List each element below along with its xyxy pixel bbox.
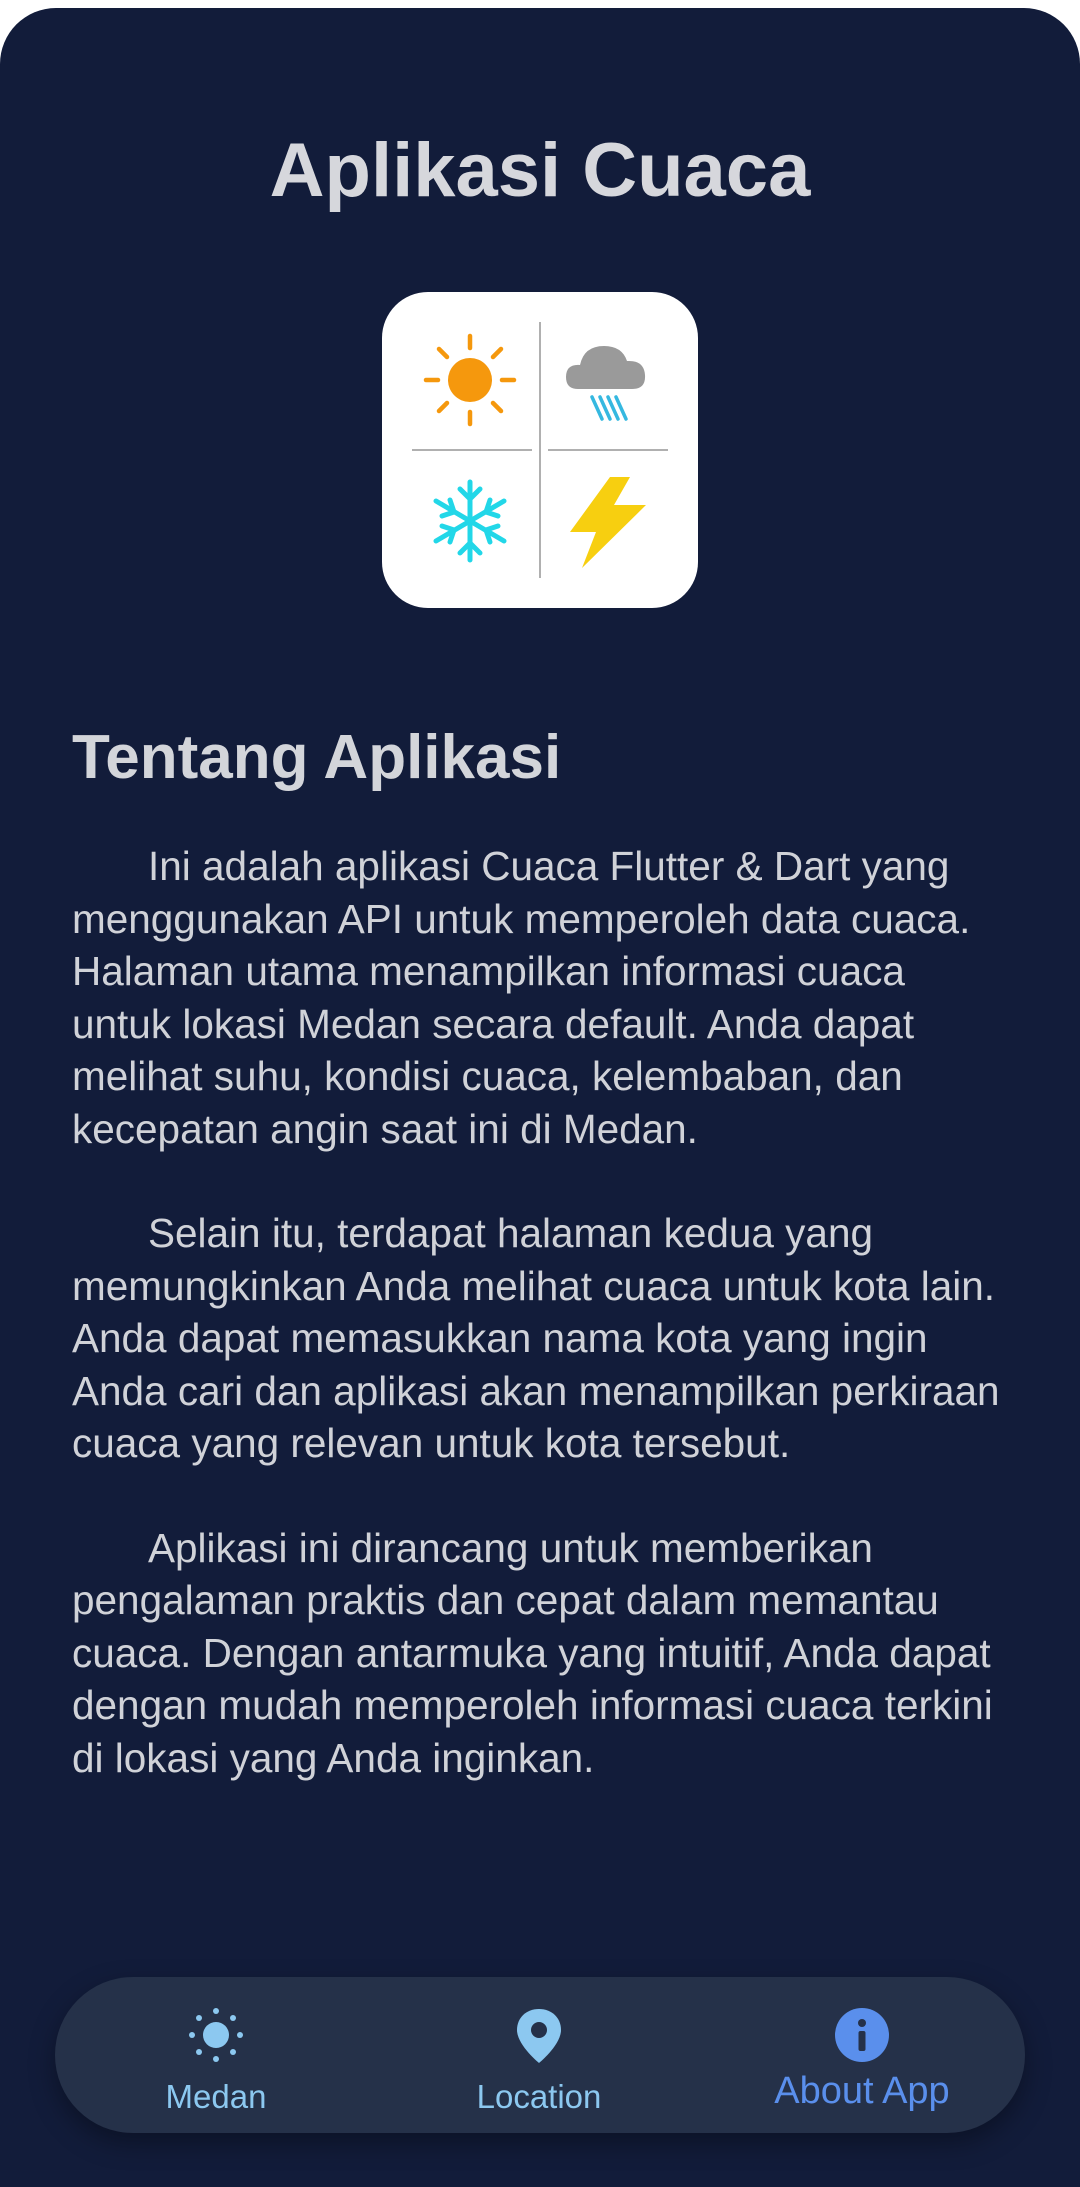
nav-item-location[interactable]: Location (419, 1977, 659, 2133)
sun-icon (189, 2008, 243, 2062)
nav-item-medan[interactable]: Medan (96, 1977, 336, 2133)
app-title: Aplikasi Cuaca (269, 128, 811, 213)
about-heading: Tentang Aplikasi (72, 723, 562, 792)
nav-label-medan: Medan (165, 2078, 267, 2115)
app-logo (382, 292, 698, 608)
nav-label-about-app: About App (774, 2070, 950, 2112)
about-paragraph: Aplikasi ini dirancang untuk memberikan … (72, 1524, 993, 1781)
sun-icon (423, 333, 517, 427)
bottom-navigation-bar: Medan Location About App (55, 1977, 1025, 2133)
lightning-icon (570, 477, 646, 568)
about-description: Ini adalah aplikasi Cuaca Flutter & Dart… (72, 840, 1012, 1836)
location-pin-icon (517, 2009, 561, 2063)
app-screen: Aplikasi Cuaca Tentang Aplikasi Ini adal… (0, 8, 1080, 2187)
about-paragraph: Selain itu, terdapat halaman kedua yang … (72, 1210, 1000, 1466)
nav-label-location: Location (476, 2078, 602, 2115)
rain-cloud-icon (566, 346, 646, 421)
info-icon (835, 2008, 889, 2062)
snowflake-icon (433, 479, 507, 563)
about-paragraph: Ini adalah aplikasi Cuaca Flutter & Dart… (72, 843, 971, 1152)
nav-item-about-app[interactable]: About App (742, 1977, 982, 2133)
